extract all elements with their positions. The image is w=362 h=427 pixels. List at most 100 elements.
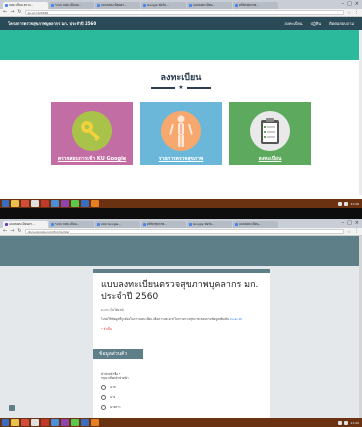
app-icon[interactable] xyxy=(51,419,59,426)
close-icon[interactable]: × xyxy=(355,220,359,226)
radio-option[interactable]: นางสาว xyxy=(101,405,261,410)
favicon-icon xyxy=(5,223,8,226)
form-header-band xyxy=(0,236,362,266)
browser-tab[interactable]: แบบลงทะเบียน... xyxy=(233,221,278,228)
line-icon[interactable] xyxy=(71,200,79,207)
hero-band xyxy=(0,30,362,60)
maximize-icon[interactable]: □ xyxy=(347,1,352,7)
url-input[interactable]: ku.ac.th/2560 xyxy=(24,10,345,15)
volume-icon[interactable] xyxy=(344,201,349,206)
close-icon[interactable]: × xyxy=(355,1,359,7)
form-link[interactable]: ku.ac.th xyxy=(230,317,242,321)
chrome-icon[interactable] xyxy=(31,200,39,207)
favicon-icon xyxy=(235,223,238,226)
start-button[interactable] xyxy=(2,419,9,426)
media-icon[interactable] xyxy=(21,200,29,207)
bookmark-star-icon[interactable]: ☆ xyxy=(347,229,351,234)
clipboard-icon xyxy=(250,111,290,151)
feedback-icon[interactable] xyxy=(9,405,15,411)
taskbar: 11:20 xyxy=(0,418,362,427)
favicon-icon xyxy=(51,4,54,7)
forward-icon[interactable]: → xyxy=(10,229,14,234)
option-label: นาย xyxy=(110,385,116,389)
section-title: ลงทะเบียน xyxy=(160,73,202,83)
browser-tab[interactable]: ลงทะเบียน ตรวจ... xyxy=(3,2,48,9)
app-icon[interactable] xyxy=(51,200,59,207)
browser-tab[interactable]: แบบลงทะเบียนตร... xyxy=(3,221,48,228)
option-label: นาง xyxy=(110,395,116,399)
radio-button[interactable] xyxy=(101,385,106,390)
system-tray: 11:20 xyxy=(338,201,362,206)
card-checkup-list[interactable]: รายการตรวจสุขภาพ xyxy=(140,102,222,165)
separator xyxy=(0,208,362,219)
card-label: ตรวจสอบการเข้า KU Google xyxy=(57,156,127,162)
key-icon xyxy=(72,111,112,151)
radio-option[interactable]: นาง xyxy=(101,395,261,400)
tab-title: แบบลงทะเบียน... xyxy=(193,3,216,7)
card-ku-google[interactable]: ตรวจสอบการเข้า KU Google xyxy=(51,102,133,165)
tab-title: ระบบ ลงทะเบียน... xyxy=(55,222,80,226)
browser-tab[interactable]: Google ฟอร์ม... xyxy=(141,2,186,9)
favicon-icon xyxy=(5,4,8,7)
form-description: โปรดใช้ข้อมูลที่ถูกต้องในการลงทะเบียน เพ… xyxy=(101,317,262,322)
network-icon[interactable] xyxy=(338,420,343,425)
network-icon[interactable] xyxy=(338,201,343,206)
minimize-icon[interactable]: – xyxy=(342,220,345,226)
favicon-icon xyxy=(143,223,146,226)
forward-icon[interactable]: → xyxy=(10,10,14,15)
app-icon[interactable] xyxy=(61,200,69,207)
app-icon[interactable] xyxy=(41,200,49,207)
divider-line xyxy=(151,87,176,89)
url-input[interactable]: docs.google.com/forms/d/e/ xyxy=(24,229,345,234)
reload-icon[interactable]: ↻ xyxy=(17,229,21,234)
browser-tab[interactable]: แบบลงทะเบียน... xyxy=(187,2,232,9)
divider-line xyxy=(186,87,211,89)
browser-window-registration: ลงทะเบียน ตรวจ... ระบบ ลงทะเบียนต... แบบ… xyxy=(0,0,362,208)
back-icon[interactable]: ← xyxy=(3,10,7,15)
browser-tab[interactable]: ระบบ ลงทะเบียนต... xyxy=(49,2,94,9)
browser-tab[interactable]: Google ฟอร์ม... xyxy=(187,221,232,228)
maximize-icon[interactable]: □ xyxy=(347,220,352,226)
browser-tab[interactable]: แบบลงทะเบียนตร... xyxy=(95,2,140,9)
volume-icon[interactable] xyxy=(344,420,349,425)
browser-tab[interactable]: คลินิกสุขภาพ... xyxy=(233,2,278,9)
section-header: ข้อมูลส่วนตัว xyxy=(93,349,143,359)
card-register[interactable]: ลงทะเบียน xyxy=(229,102,311,165)
media-icon[interactable] xyxy=(21,419,29,426)
clock[interactable]: 11:20 xyxy=(350,421,359,425)
line-icon[interactable] xyxy=(71,419,79,426)
nav-link-register[interactable]: ลงทะเบียน xyxy=(284,20,302,27)
minimize-icon[interactable]: – xyxy=(342,1,345,7)
nav-link-contact[interactable]: ติดต่อสอบถาม xyxy=(329,20,354,27)
site-brand[interactable]: โครงการตรวจสุขภาพบุคลากร มก. ประจำปี 256… xyxy=(8,20,96,27)
tab-strip: ลงทะเบียน ตรวจ... ระบบ ลงทะเบียนต... แบบ… xyxy=(0,0,362,9)
browser-tab[interactable]: แบบ Google... xyxy=(95,221,140,228)
word-icon[interactable] xyxy=(81,200,89,207)
browser-tab[interactable]: คลินิกสุขภาพ... xyxy=(141,221,186,228)
favicon-icon xyxy=(189,4,192,7)
folder-icon[interactable] xyxy=(11,200,19,207)
start-button[interactable] xyxy=(2,200,9,207)
tab-title: คลินิกสุขภาพ... xyxy=(147,222,168,226)
radio-button[interactable] xyxy=(101,395,106,400)
nav-link-calendar[interactable]: ปฏิทิน xyxy=(311,20,322,27)
app-icon[interactable] xyxy=(41,419,49,426)
app-icon[interactable] xyxy=(61,419,69,426)
tab-title: Google ฟอร์ม... xyxy=(147,3,169,7)
menu-icon[interactable]: ⋮ xyxy=(354,229,359,234)
app-icon[interactable] xyxy=(91,200,99,207)
folder-icon[interactable] xyxy=(11,419,19,426)
menu-icon[interactable]: ⋮ xyxy=(354,10,359,15)
chrome-icon[interactable] xyxy=(31,419,39,426)
bookmark-star-icon[interactable]: ☆ xyxy=(347,10,351,15)
radio-button[interactable] xyxy=(101,405,106,410)
radio-option[interactable]: นาย xyxy=(101,385,261,390)
back-icon[interactable]: ← xyxy=(3,229,7,234)
word-icon[interactable] xyxy=(81,419,89,426)
app-icon[interactable] xyxy=(91,419,99,426)
address-bar: ← → ↻ ku.ac.th/2560 ☆ ⋮ xyxy=(0,9,362,17)
tab-title: แบบ Google... xyxy=(101,222,122,226)
reload-icon[interactable]: ↻ xyxy=(17,10,21,15)
clock[interactable]: 11:20 xyxy=(350,202,359,206)
browser-tab[interactable]: ระบบ ลงทะเบียน... xyxy=(49,221,94,228)
